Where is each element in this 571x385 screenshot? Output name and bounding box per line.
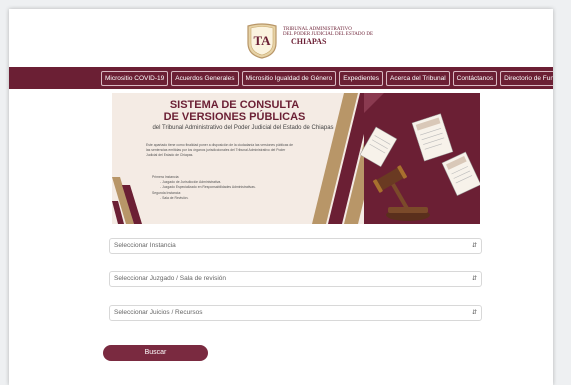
banner-title-line-1: SISTEMA DE CONSULTA bbox=[169, 99, 300, 111]
juzgado-select-value: Seleccionar Juzgado / Sala de revisión bbox=[114, 275, 227, 282]
main-nav: Micrositio COVID-19 Acuerdos Generales M… bbox=[9, 67, 553, 89]
banner-description: Este apartado tiene como finalidad poner… bbox=[146, 143, 294, 157]
nav-directorio[interactable]: Directorio de Funcionarios bbox=[500, 71, 553, 86]
juicios-select[interactable]: Seleccionar Juicios / Recursos ⇵ bbox=[109, 305, 482, 321]
nav-acuerdos[interactable]: Acuerdos Generales bbox=[171, 71, 239, 86]
org-name: TRIBUNAL ADMINISTRATIVO DEL PODER JUDICI… bbox=[283, 27, 373, 46]
banner-instance-list: Primera Instancia: - Juzgado de Jurisdic… bbox=[152, 175, 272, 201]
logo-letters: TA bbox=[253, 33, 271, 48]
org-state: CHIAPAS bbox=[291, 37, 327, 46]
instancia-select[interactable]: Seleccionar Instancia ⇵ bbox=[109, 238, 482, 254]
list-item: - Juzgado Especializado en Responsabilid… bbox=[160, 185, 256, 190]
nav-acerca[interactable]: Acerca del Tribunal bbox=[386, 71, 450, 86]
hero-banner: SISTEMA DE CONSULTA DE VERSIONES PÚBLICA… bbox=[112, 93, 480, 224]
site-header: TA TRIBUNAL ADMINISTRATIVO DEL PODER JUD… bbox=[9, 9, 553, 67]
select-arrow-icon: ⇵ bbox=[471, 310, 477, 316]
select-arrow-icon: ⇵ bbox=[471, 276, 477, 282]
nav-items: Micrositio COVID-19 Acuerdos Generales M… bbox=[101, 71, 553, 86]
page: TA TRIBUNAL ADMINISTRATIVO DEL PODER JUD… bbox=[9, 9, 553, 385]
banner-subtitle: del Tribunal Administrativo del Poder Ju… bbox=[152, 125, 334, 131]
nav-covid[interactable]: Micrositio COVID-19 bbox=[101, 71, 169, 86]
tribunal-logo[interactable]: TA bbox=[245, 23, 279, 59]
nav-contactanos[interactable]: Contáctanos bbox=[452, 71, 498, 86]
instancia-select-value: Seleccionar Instancia bbox=[114, 242, 176, 249]
select-arrow-icon: ⇵ bbox=[471, 243, 477, 249]
juzgado-select[interactable]: Seleccionar Juzgado / Sala de revisión ⇵ bbox=[109, 271, 482, 287]
nav-igualdad-genero[interactable]: Micrositio Igualdad de Género bbox=[241, 71, 337, 86]
list-item: - Sala de Revisión. bbox=[160, 195, 189, 200]
search-button[interactable]: Buscar bbox=[103, 345, 208, 361]
banner-title-line-2: DE VERSIONES PÚBLICAS bbox=[163, 111, 306, 123]
nav-expedientes[interactable]: Expedientes bbox=[339, 71, 383, 86]
juicios-select-value: Seleccionar Juicios / Recursos bbox=[114, 309, 203, 316]
